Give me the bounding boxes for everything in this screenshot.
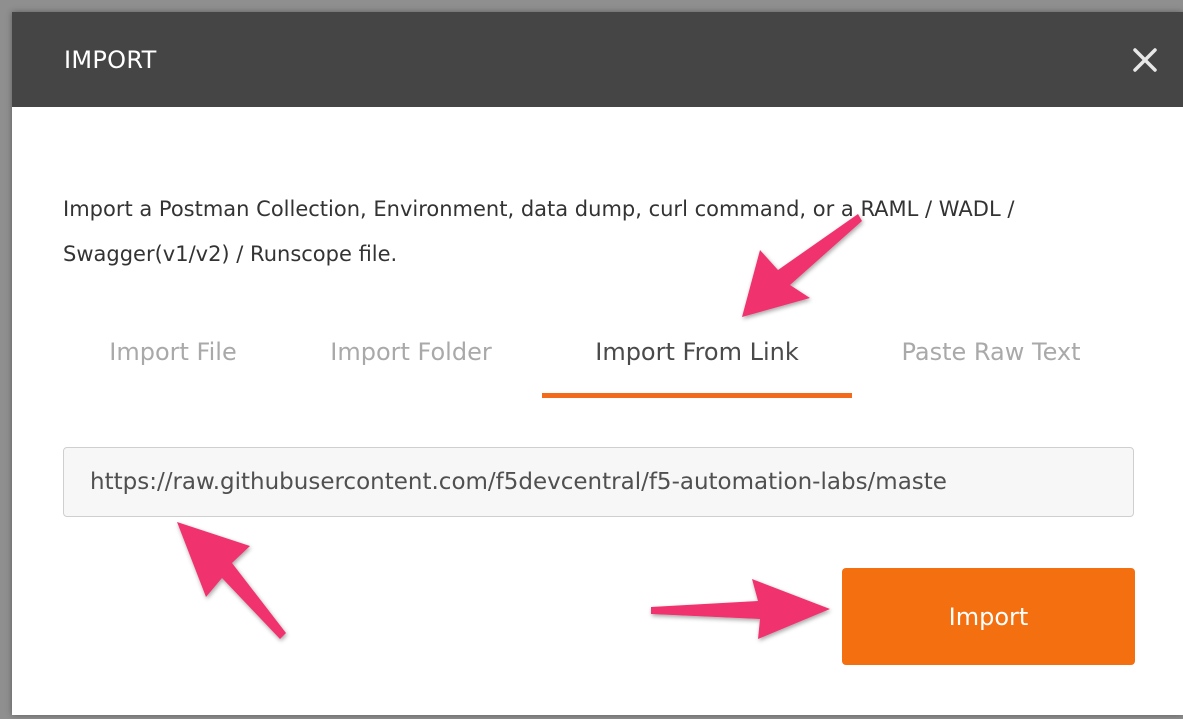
active-tab-indicator	[542, 393, 852, 398]
import-dialog: IMPORT Import a Postman Collection, Envi…	[12, 12, 1183, 715]
import-description: Import a Postman Collection, Environment…	[63, 197, 1015, 266]
dialog-title: IMPORT	[64, 46, 157, 74]
close-icon	[1133, 48, 1157, 72]
dialog-header: IMPORT	[12, 12, 1183, 107]
import-button[interactable]: Import	[842, 568, 1135, 665]
tab-paste-raw-text[interactable]: Paste Raw Text	[886, 332, 1096, 398]
close-button[interactable]	[1125, 40, 1165, 80]
tab-import-from-link[interactable]: Import From Link	[572, 332, 822, 398]
tab-import-folder[interactable]: Import Folder	[316, 332, 506, 398]
import-tabs: Import File Import Folder Import From Li…	[66, 332, 1146, 398]
link-url-input[interactable]	[63, 447, 1134, 517]
tab-import-file[interactable]: Import File	[98, 332, 248, 398]
